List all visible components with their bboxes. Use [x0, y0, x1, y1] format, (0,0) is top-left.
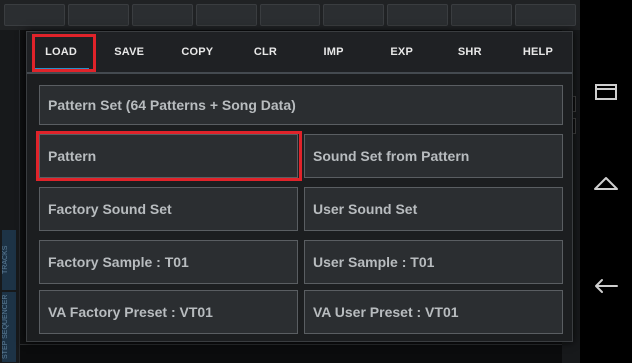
bg-tab-step-sequencer: STEP SEQUENCER [2, 292, 16, 362]
recent-apps-button[interactable] [580, 62, 632, 122]
bg-toolbar-button [67, 4, 129, 26]
user-sound-set-button[interactable]: User Sound Set [304, 187, 563, 231]
bg-toolbar-button [323, 4, 385, 26]
va-factory-preset-button[interactable]: VA Factory Preset : VT01 [39, 290, 298, 334]
tab-copy[interactable]: COPY [163, 32, 231, 72]
tab-share[interactable]: SHR [436, 32, 504, 72]
tab-save[interactable]: SAVE [95, 32, 163, 72]
load-dialog: LOAD SAVE COPY CLR IMP EXP SHR HELP Patt… [26, 31, 573, 342]
tab-load[interactable]: LOAD [27, 32, 95, 72]
background-toolbar [0, 0, 580, 30]
pattern-set-button[interactable]: Pattern Set (64 Patterns + Song Data) [39, 85, 563, 125]
tab-clear[interactable]: CLR [231, 32, 299, 72]
dialog-tab-bar: LOAD SAVE COPY CLR IMP EXP SHR HELP [27, 32, 572, 74]
bg-toolbar-button [4, 4, 65, 26]
bg-toolbar-button [515, 4, 577, 26]
factory-sound-set-button[interactable]: Factory Sound Set [39, 187, 298, 231]
background-left-panel: TRACKS STEP SEQUENCER [0, 30, 20, 363]
tab-help[interactable]: HELP [504, 32, 572, 72]
sound-set-from-pattern-button[interactable]: Sound Set from Pattern [304, 134, 563, 178]
bg-tab-tracks: TRACKS [2, 230, 16, 290]
home-icon [594, 177, 618, 190]
bg-toolbar-button [387, 4, 449, 26]
va-user-preset-button[interactable]: VA User Preset : VT01 [304, 290, 563, 334]
recent-apps-icon [595, 84, 617, 100]
bg-toolbar-button [131, 4, 193, 26]
pattern-button[interactable]: Pattern [39, 134, 298, 178]
bg-toolbar-button [259, 4, 321, 26]
background-bottom-bar [20, 344, 562, 363]
factory-sample-button[interactable]: Factory Sample : T01 [39, 240, 298, 284]
bg-toolbar-button [195, 4, 257, 26]
back-icon [595, 279, 618, 293]
home-button[interactable] [580, 153, 632, 213]
user-sample-button[interactable]: User Sample : T01 [304, 240, 563, 284]
tab-import[interactable]: IMP [300, 32, 368, 72]
bg-toolbar-button [451, 4, 513, 26]
android-nav-bar [580, 0, 632, 363]
back-button[interactable] [580, 256, 632, 316]
tab-export[interactable]: EXP [368, 32, 436, 72]
